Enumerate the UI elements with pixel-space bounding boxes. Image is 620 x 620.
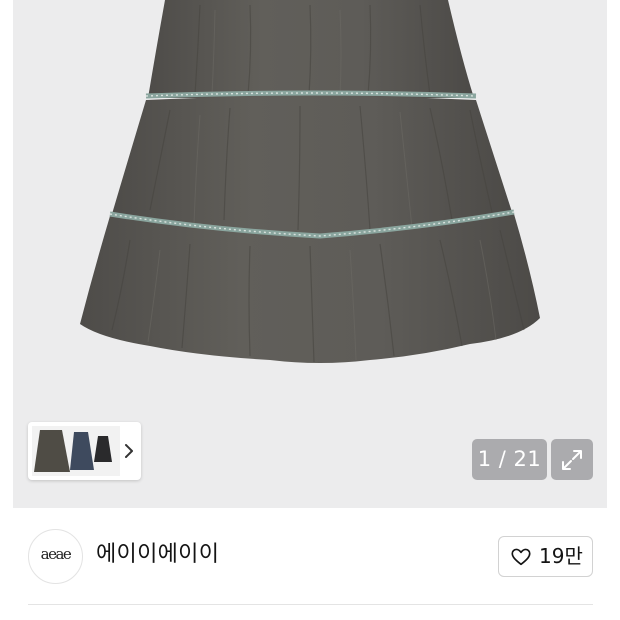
seller-logo: aeae (40, 545, 72, 563)
color-options-thumbnail[interactable] (32, 426, 120, 476)
image-counter: 1 / 21 (472, 439, 547, 480)
seller-name[interactable]: 에이이에이이 (96, 537, 219, 573)
heart-outline-icon (511, 548, 531, 566)
expand-arrows-icon (562, 450, 582, 470)
divider (28, 604, 593, 605)
product-image-gallery[interactable]: 1 / 21 (0, 0, 620, 508)
skirt-middle-tier (112, 96, 512, 236)
seller-avatar[interactable]: aeae (28, 529, 83, 584)
like-count: 19만 (539, 544, 583, 568)
expand-button[interactable] (551, 439, 593, 480)
chevron-right-icon[interactable] (122, 439, 136, 463)
thumbnail-strip[interactable] (28, 422, 141, 480)
like-button[interactable]: 19만 (498, 536, 593, 577)
seller-row: aeae 에이이에이이 19만 (0, 508, 620, 604)
product-page: 1 / 21 aeae 에이이에이이 19만 (0, 0, 620, 620)
